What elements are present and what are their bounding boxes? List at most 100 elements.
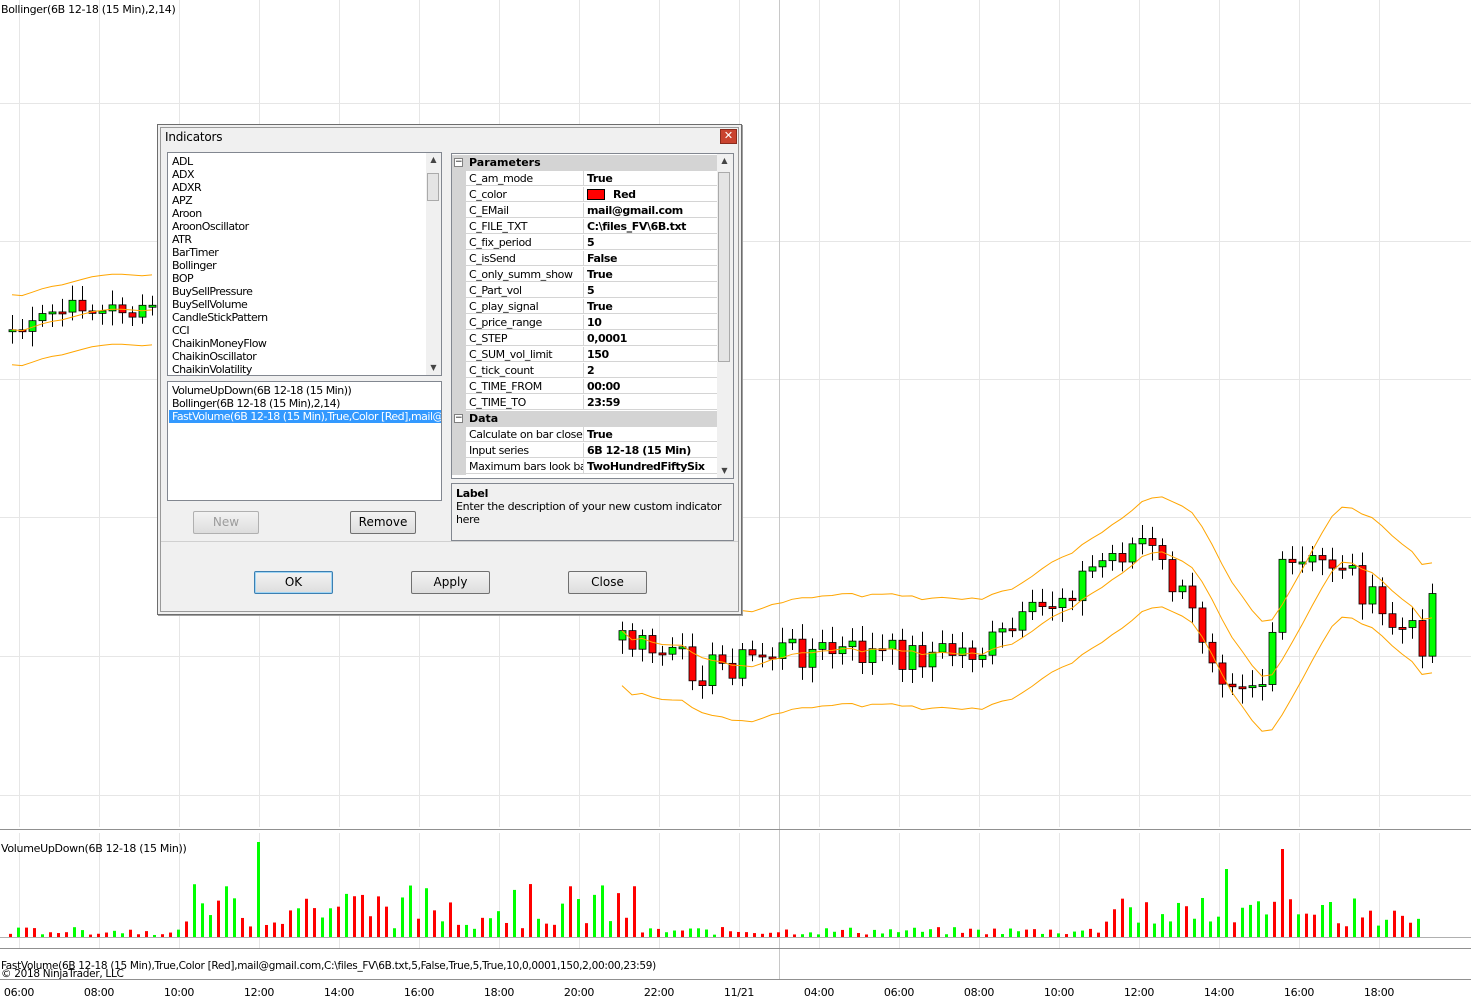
property-value[interactable]: False	[584, 251, 717, 266]
row-gutter	[452, 171, 466, 187]
list-item[interactable]: ADL	[169, 155, 427, 168]
list-item[interactable]: ADX	[169, 168, 427, 181]
scroll-thumb[interactable]	[718, 172, 730, 362]
scroll-up-icon[interactable]: ▲	[426, 153, 441, 167]
list-item[interactable]: BarTimer	[169, 246, 427, 259]
candle-body	[1338, 567, 1347, 571]
collapse-icon[interactable]: −	[454, 158, 463, 167]
applied-indicator-list[interactable]: VolumeUpDown(6B 12-18 (15 Min)) Bollinger…	[167, 381, 442, 501]
candle-body	[78, 299, 87, 312]
scroll-thumb[interactable]	[427, 173, 439, 201]
volume-bar	[625, 917, 628, 937]
list-item[interactable]: ChaikinMoneyFlow	[169, 337, 427, 350]
new-button[interactable]: New	[193, 511, 259, 534]
scroll-up-icon[interactable]: ▲	[717, 154, 732, 168]
volume-bar	[73, 927, 76, 937]
property-row[interactable]: C_price_range 10	[452, 315, 717, 331]
volume-bar	[609, 921, 612, 937]
property-value[interactable]: 00:00	[584, 379, 717, 394]
volume-bar	[1193, 918, 1196, 937]
scroll-down-icon[interactable]: ▼	[426, 361, 441, 375]
close-button[interactable]: Close	[568, 571, 647, 594]
list-item[interactable]: ChaikinOscillator	[169, 350, 427, 363]
property-value[interactable]: True	[584, 299, 717, 314]
volume-bar	[137, 934, 140, 937]
property-value[interactable]: 150	[584, 347, 717, 362]
volume-bar	[1185, 906, 1188, 937]
volume-bar	[97, 933, 100, 937]
candle-body	[1108, 553, 1117, 562]
property-value[interactable]: True	[584, 267, 717, 282]
property-row[interactable]: C_TIME_FROM 00:00	[452, 379, 717, 395]
property-row[interactable]: C_only_summ_show True	[452, 267, 717, 283]
row-gutter	[452, 347, 466, 363]
property-row[interactable]: C_color Red	[452, 187, 717, 203]
property-value[interactable]: 0,0001	[584, 331, 717, 346]
property-value[interactable]: True	[584, 427, 717, 442]
list-item[interactable]: CCI	[169, 324, 427, 337]
property-category[interactable]: − Parameters	[452, 155, 717, 171]
remove-button[interactable]: Remove	[350, 511, 416, 534]
property-value[interactable]: Red	[584, 187, 717, 202]
property-grid[interactable]: − Parameters C_am_mode True C_color Red C_EMai…	[451, 153, 734, 479]
list-item[interactable]: ChaikinVolatility	[169, 363, 427, 375]
list-item[interactable]: ATR	[169, 233, 427, 246]
property-row[interactable]: C_EMail mail@gmail.com	[452, 203, 717, 219]
property-value[interactable]: True	[584, 171, 717, 186]
property-value[interactable]: C:\files_FV\6B.txt	[584, 219, 717, 234]
property-value[interactable]: 6B 12-18 (15 Min)	[584, 443, 717, 458]
list-item[interactable]: ADXR	[169, 181, 427, 194]
scroll-down-icon[interactable]: ▼	[717, 464, 732, 478]
collapse-icon[interactable]: −	[454, 414, 463, 423]
property-row[interactable]: C_isSend False	[452, 251, 717, 267]
list-item[interactable]: BuySellPressure	[169, 285, 427, 298]
property-row[interactable]: C_am_mode True	[452, 171, 717, 187]
property-row[interactable]: C_fix_period 5	[452, 235, 717, 251]
property-row[interactable]: Input series 6B 12-18 (15 Min)	[452, 443, 717, 459]
property-value[interactable]: 23:59	[584, 395, 717, 410]
list-item[interactable]: APZ	[169, 194, 427, 207]
candle-body	[918, 645, 927, 668]
property-row[interactable]: C_tick_count 2	[452, 363, 717, 379]
applied-list-item[interactable]: Bollinger(6B 12-18 (15 Min),2,14)	[169, 397, 441, 410]
time-tick-label: 06:00	[883, 986, 915, 999]
close-icon[interactable]: ✕	[720, 129, 737, 144]
property-category[interactable]: − Data	[452, 411, 717, 427]
volume-bar	[337, 906, 340, 937]
list-item[interactable]: CandleStickPattern	[169, 311, 427, 324]
ok-button[interactable]: OK	[254, 571, 333, 594]
volume-bar	[977, 929, 980, 937]
volume-bar	[561, 903, 564, 937]
volume-bar	[681, 930, 684, 937]
property-row[interactable]: C_play_signal True	[452, 299, 717, 315]
volume-bar	[1369, 910, 1372, 937]
property-value[interactable]: 10	[584, 315, 717, 330]
candle-body	[868, 648, 877, 663]
property-value-text: 0,0001	[587, 332, 628, 345]
volume-bar	[305, 898, 308, 937]
property-row[interactable]: C_FILE_TXT C:\files_FV\6B.txt	[452, 219, 717, 235]
property-row[interactable]: Calculate on bar close True	[452, 427, 717, 443]
property-row[interactable]: C_TIME_TO 23:59	[452, 395, 717, 411]
list-item[interactable]: BuySellVolume	[169, 298, 427, 311]
indicator-list-scrollbar[interactable]: ▲ ▼	[426, 153, 441, 375]
property-grid-scrollbar[interactable]: ▲ ▼	[717, 154, 733, 478]
list-item[interactable]: Aroon	[169, 207, 427, 220]
property-row[interactable]: Maximum bars look backTwoHundredFiftySix	[452, 459, 717, 475]
applied-list-item[interactable]: FastVolume(6B 12-18 (15 Min),True,Color …	[169, 410, 441, 423]
indicator-list[interactable]: ADL ADX ADXR APZ Aroon AroonOscillator ATR BarT…	[167, 152, 442, 376]
property-row[interactable]: C_Part_vol 5	[452, 283, 717, 299]
property-value[interactable]: 5	[584, 235, 717, 250]
applied-list-item[interactable]: VolumeUpDown(6B 12-18 (15 Min))	[169, 384, 441, 397]
property-value[interactable]: TwoHundredFiftySix	[584, 459, 717, 474]
property-row[interactable]: C_STEP 0,0001	[452, 331, 717, 347]
property-value[interactable]: 2	[584, 363, 717, 378]
property-value[interactable]: mail@gmail.com	[584, 203, 717, 218]
property-value[interactable]: 5	[584, 283, 717, 298]
list-item[interactable]: AroonOscillator	[169, 220, 427, 233]
volume-bar	[1081, 930, 1084, 937]
apply-button[interactable]: Apply	[411, 571, 490, 594]
list-item[interactable]: BOP	[169, 272, 427, 285]
property-row[interactable]: C_SUM_vol_limit 150	[452, 347, 717, 363]
list-item[interactable]: Bollinger	[169, 259, 427, 272]
